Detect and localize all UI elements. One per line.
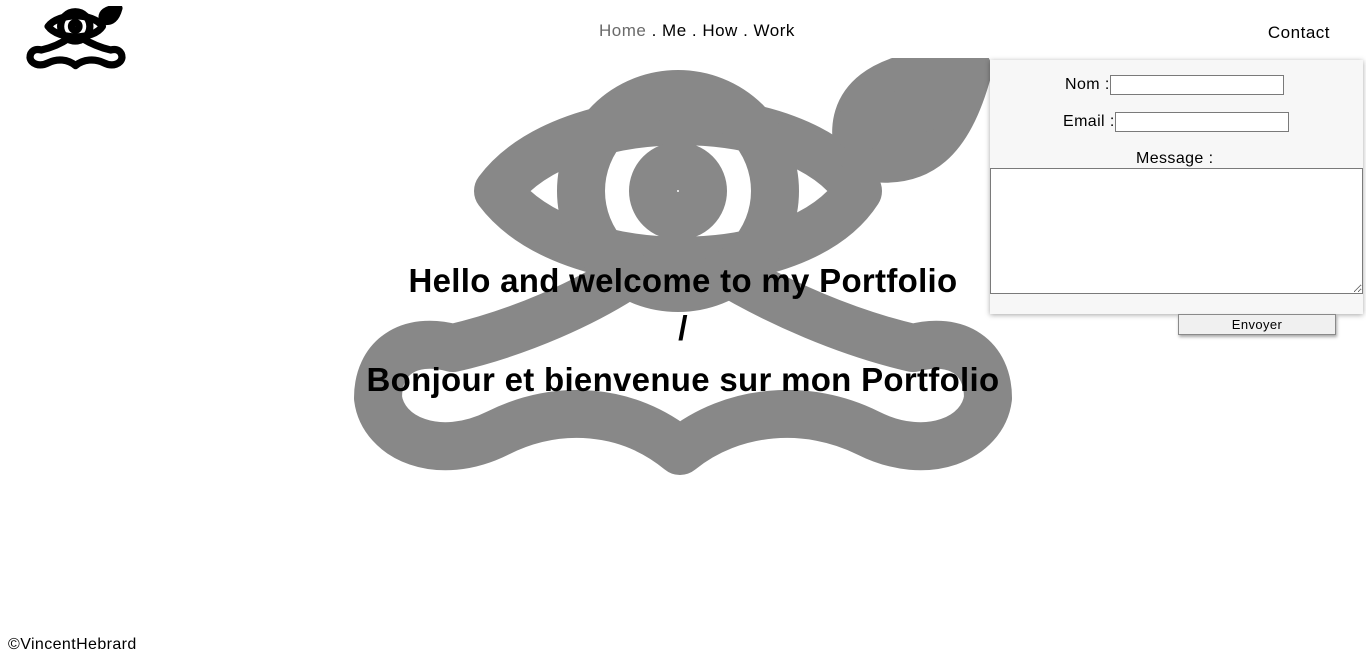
nav-separator: . <box>686 21 703 40</box>
site-logo-icon[interactable] <box>24 4 128 82</box>
send-button[interactable]: Envoyer <box>1178 314 1336 335</box>
nav-home-link[interactable]: Home <box>599 21 646 40</box>
nav-work-link[interactable]: Work <box>754 21 795 40</box>
main-nav: Home . Me . How . Work <box>599 21 795 43</box>
contact-link[interactable]: Contact <box>1268 23 1330 43</box>
watermark-logo-icon <box>338 46 1028 558</box>
nav-separator: . <box>646 21 663 40</box>
contact-form-panel: Nom : Email : Message : <box>990 60 1363 314</box>
hero-separator: / <box>678 310 688 348</box>
nav-me-link[interactable]: Me <box>662 21 687 40</box>
footer-copyright: ©VincentHebrard <box>8 636 137 653</box>
name-row: Nom : <box>1065 75 1284 95</box>
email-label: Email : <box>1063 113 1115 131</box>
message-label: Message : <box>1136 150 1214 167</box>
nav-separator: . <box>737 21 754 40</box>
hero-title-fr: Bonjour et bienvenue sur mon Portfolio <box>366 361 1000 398</box>
nav-how-link[interactable]: How <box>702 21 738 40</box>
name-input[interactable] <box>1109 75 1284 95</box>
name-label: Nom : <box>1065 76 1110 94</box>
message-textarea[interactable] <box>990 168 1363 294</box>
email-input[interactable] <box>1114 112 1289 132</box>
email-row: Email : <box>1063 112 1289 132</box>
